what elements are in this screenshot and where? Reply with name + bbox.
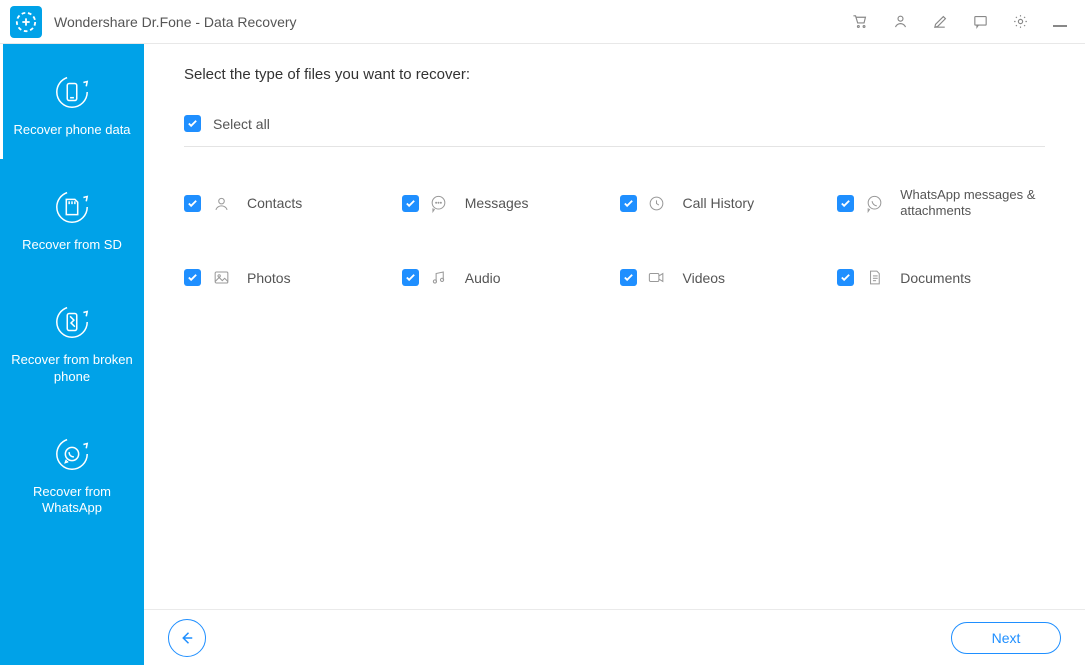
next-button[interactable]: Next [951, 622, 1061, 654]
user-icon[interactable] [891, 13, 909, 31]
clock-icon [647, 193, 667, 213]
option-whatsapp: WhatsApp messages & attachments [837, 187, 1045, 220]
edit-icon[interactable] [931, 13, 949, 31]
cart-icon[interactable] [851, 13, 869, 31]
titlebar: Wondershare Dr.Fone - Data Recovery [0, 0, 1085, 44]
app-title: Wondershare Dr.Fone - Data Recovery [54, 14, 851, 30]
sidebar: Recover phone data Recover from SD Recov… [0, 44, 144, 665]
app-window: Wondershare Dr.Fone - Data Recovery [0, 0, 1085, 665]
checkbox-messages[interactable] [402, 195, 419, 212]
main-panel: Select the type of files you want to rec… [144, 44, 1085, 665]
option-label: Messages [465, 195, 529, 211]
option-label: WhatsApp messages & attachments [900, 187, 1045, 220]
back-button[interactable] [168, 619, 206, 657]
photos-icon [211, 268, 231, 288]
option-call-history: Call History [620, 187, 828, 220]
checkbox-audio[interactable] [402, 269, 419, 286]
broken-phone-icon [52, 302, 92, 342]
sidebar-item-label: Recover from SD [22, 237, 122, 254]
app-body: Recover phone data Recover from SD Recov… [0, 44, 1085, 665]
documents-icon [864, 268, 884, 288]
option-label: Photos [247, 270, 291, 286]
option-audio: Audio [402, 268, 610, 288]
sidebar-item-label: Recover phone data [13, 122, 130, 139]
checkbox-call-history[interactable] [620, 195, 637, 212]
settings-icon[interactable] [1011, 13, 1029, 31]
option-documents: Documents [837, 268, 1045, 288]
option-photos: Photos [184, 268, 392, 288]
titlebar-actions [851, 13, 1069, 31]
select-all-label: Select all [213, 116, 270, 132]
phone-recover-icon [52, 72, 92, 112]
contacts-icon [211, 193, 231, 213]
sidebar-item-label: Recover from WhatsApp [6, 484, 138, 518]
minimize-icon[interactable] [1051, 13, 1069, 31]
sidebar-item-label: Recover from broken phone [6, 352, 138, 386]
select-all-checkbox[interactable] [184, 115, 201, 132]
whatsapp-icon [864, 193, 884, 213]
sd-recover-icon [52, 187, 92, 227]
option-messages: Messages [402, 187, 610, 220]
sidebar-item-recover-sd[interactable]: Recover from SD [0, 159, 144, 274]
option-contacts: Contacts [184, 187, 392, 220]
option-label: Call History [683, 195, 755, 211]
footer-bar: Next [144, 609, 1085, 665]
option-label: Documents [900, 270, 971, 286]
option-label: Contacts [247, 195, 302, 211]
select-all-row: Select all [184, 97, 1045, 147]
checkbox-documents[interactable] [837, 269, 854, 286]
option-label: Videos [683, 270, 726, 286]
audio-icon [429, 268, 449, 288]
option-label: Audio [465, 270, 501, 286]
sidebar-item-recover-whatsapp[interactable]: Recover from WhatsApp [0, 406, 144, 538]
page-heading: Select the type of files you want to rec… [144, 44, 1085, 97]
option-videos: Videos [620, 268, 828, 288]
checkbox-contacts[interactable] [184, 195, 201, 212]
checkbox-whatsapp[interactable] [837, 195, 854, 212]
feedback-icon[interactable] [971, 13, 989, 31]
whatsapp-recover-icon [52, 434, 92, 474]
sidebar-item-recover-phone[interactable]: Recover phone data [0, 44, 144, 159]
app-logo [10, 6, 42, 38]
messages-icon [429, 193, 449, 213]
file-type-grid: Contacts Messages Call History WhatsApp … [144, 147, 1085, 288]
checkbox-videos[interactable] [620, 269, 637, 286]
checkbox-photos[interactable] [184, 269, 201, 286]
sidebar-item-recover-broken[interactable]: Recover from broken phone [0, 274, 144, 406]
videos-icon [647, 268, 667, 288]
next-button-label: Next [992, 630, 1021, 646]
